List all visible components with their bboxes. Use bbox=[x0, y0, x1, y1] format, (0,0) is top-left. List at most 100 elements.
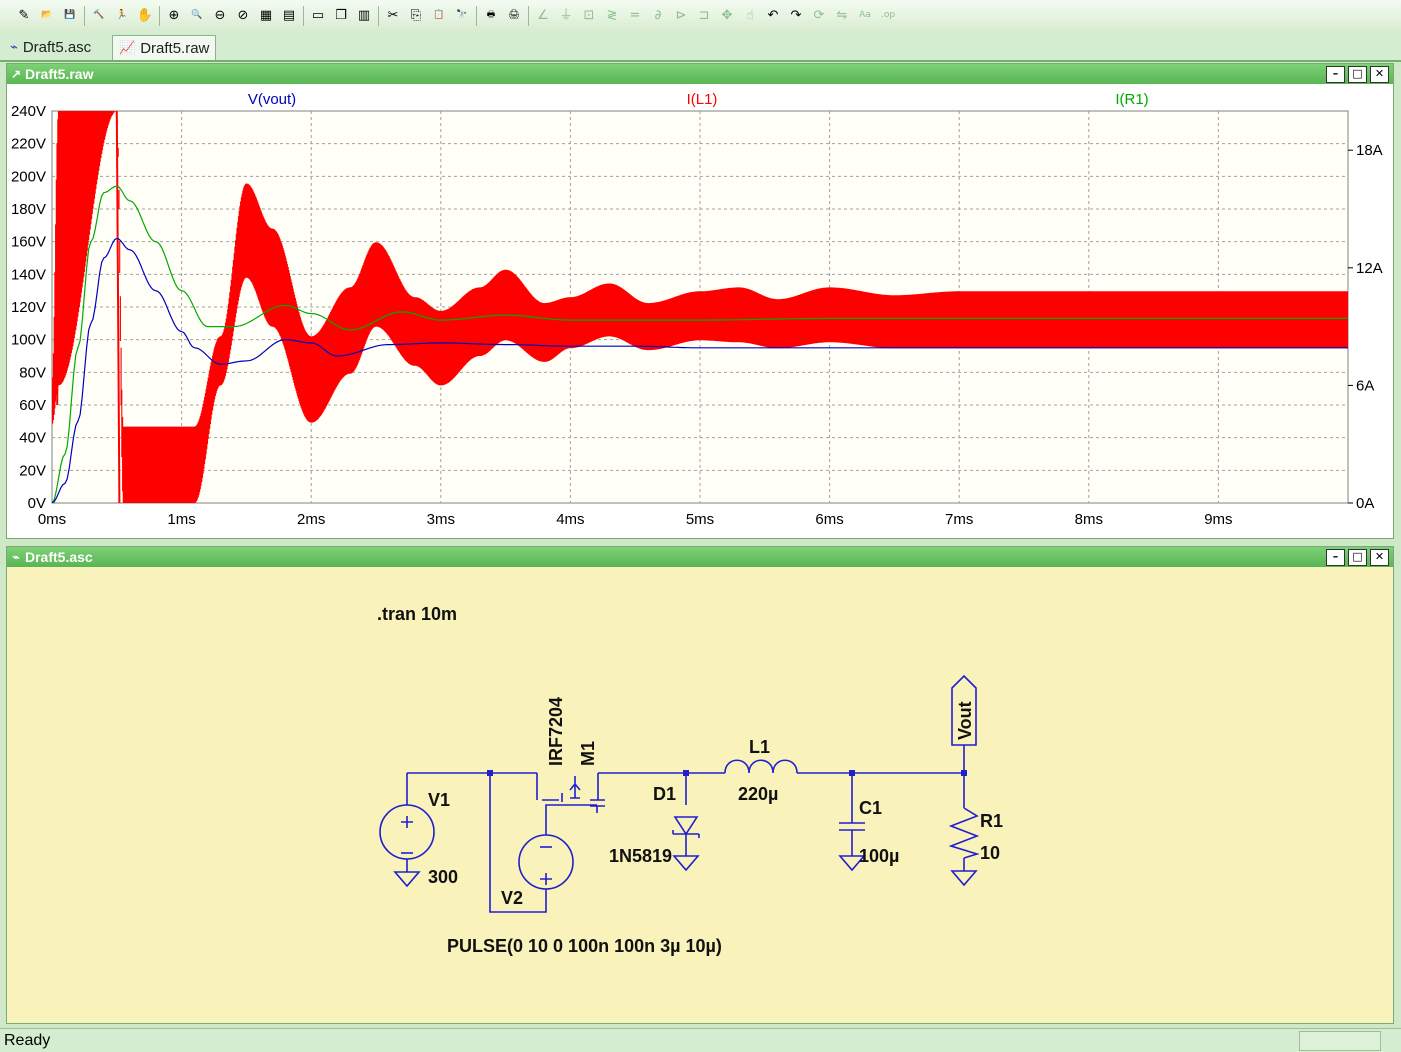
left-tick-label: 240V bbox=[11, 103, 46, 120]
status-panel bbox=[1299, 1031, 1381, 1051]
text-icon[interactable]: Aa bbox=[855, 5, 875, 25]
v1-voltage-source[interactable] bbox=[379, 804, 435, 888]
minimize-button[interactable]: – bbox=[1326, 549, 1345, 566]
tran-directive[interactable]: .tran 10m bbox=[377, 604, 457, 624]
spice-directive-icon[interactable]: .op bbox=[878, 5, 898, 25]
left-tick-label: 200V bbox=[11, 168, 46, 185]
x-tick-label: 2ms bbox=[297, 511, 325, 528]
toolbar-separator bbox=[528, 6, 529, 26]
toolbar-separator bbox=[84, 6, 85, 26]
paste-icon[interactable]: 📋 bbox=[429, 5, 449, 25]
resistor-icon[interactable]: ≷ bbox=[602, 5, 622, 25]
trace-label: I(L1) bbox=[687, 91, 718, 108]
left-tick-label: 220V bbox=[11, 136, 46, 153]
schematic-window-icon: ⌁ bbox=[12, 550, 20, 564]
redo-icon[interactable]: ↷ bbox=[786, 5, 806, 25]
component-icon[interactable]: ⊐ bbox=[694, 5, 714, 25]
zoom-out-icon[interactable]: ⊖ bbox=[210, 5, 230, 25]
tile-vertical-icon[interactable]: ▥ bbox=[354, 5, 374, 25]
halt-icon[interactable]: ✋ bbox=[135, 5, 155, 25]
maximize-button[interactable]: □ bbox=[1348, 66, 1367, 83]
v2-pulse-source[interactable] bbox=[518, 834, 574, 890]
schematic-window-title: Draft5.asc bbox=[25, 549, 93, 565]
l1-inductor[interactable] bbox=[724, 759, 798, 774]
l1-value: 220µ bbox=[738, 784, 778, 804]
control-panel-icon[interactable]: 🔨 bbox=[89, 5, 109, 25]
rotate-icon[interactable]: ⟳ bbox=[809, 5, 829, 25]
schematic-window-titlebar: ⌁ Draft5.asc – □ ✕ bbox=[7, 547, 1393, 567]
autorange-icon[interactable]: ▦ bbox=[256, 5, 276, 25]
print-preview-icon[interactable]: 🖶 bbox=[481, 5, 501, 25]
diode-icon[interactable]: ⊳ bbox=[671, 5, 691, 25]
new-schematic-icon[interactable]: ✎ bbox=[14, 5, 34, 25]
tab-draft5-asc[interactable]: ⌁ Draft5.asc bbox=[4, 35, 97, 59]
plot-settings-icon[interactable]: ▤ bbox=[279, 5, 299, 25]
run-icon[interactable]: 🏃 bbox=[112, 5, 132, 25]
ground-icon[interactable]: ⏚ bbox=[556, 5, 576, 25]
zoom-cancel-icon[interactable]: ⊘ bbox=[233, 5, 253, 25]
tab-draft5-raw[interactable]: 📈 Draft5.raw bbox=[112, 35, 217, 60]
toolbar-separator bbox=[303, 6, 304, 26]
document-tab-bar: ⌁ Draft5.asc 📈 Draft5.raw bbox=[0, 32, 1401, 62]
x-tick-label: 0ms bbox=[38, 511, 66, 528]
undo-icon[interactable]: ↶ bbox=[763, 5, 783, 25]
waveform-plot[interactable]: 0ms 1ms 2ms 3ms 4ms 5ms 6ms 7ms 8ms 9ms 240V 220V 20… bbox=[7, 85, 1393, 537]
right-tick-label: 0A bbox=[1356, 495, 1374, 512]
toolbar-separator bbox=[159, 6, 160, 26]
cascade-icon[interactable]: ❐ bbox=[331, 5, 351, 25]
right-tick-label: 12A bbox=[1356, 260, 1383, 277]
minimize-button[interactable]: – bbox=[1326, 66, 1345, 83]
x-tick-label: 9ms bbox=[1204, 511, 1232, 528]
save-icon[interactable]: 💾 bbox=[60, 5, 80, 25]
left-tick-label: 60V bbox=[19, 397, 46, 414]
l1-name: L1 bbox=[749, 737, 770, 757]
right-tick-label: 6A bbox=[1356, 377, 1374, 394]
m1-mosfet[interactable] bbox=[536, 773, 605, 813]
left-tick-label: 80V bbox=[19, 364, 46, 381]
trace-label: I(R1) bbox=[1115, 91, 1148, 108]
trace-label: V(vout) bbox=[248, 91, 296, 108]
print-icon[interactable]: 🖨 bbox=[504, 5, 524, 25]
main-toolbar: ✎ 📂 💾 🔨 🏃 ✋ ⊕ 🔍 ⊖ ⊘ ▦ ▤ ▭ ❐ ▥ ✂ ⎘ 📋 🔭 🖶 🖨 ∠ ⏚ ⊡ ≷ = ∂ ⊳ ⊐ ✥ ☝ ↶ ↷ ⟳ ⇋ Aa .op bbox=[0, 0, 1401, 33]
x-tick-label: 7ms bbox=[945, 511, 973, 528]
find-icon[interactable]: 🔭 bbox=[452, 5, 472, 25]
schematic-canvas[interactable]: .tran 10m V1 300 V2 PULSE(0 10 0 100n 10… bbox=[7, 568, 1393, 1022]
open-icon[interactable]: 📂 bbox=[37, 5, 57, 25]
close-button[interactable]: ✕ bbox=[1370, 549, 1389, 566]
drag-icon[interactable]: ☝ bbox=[740, 5, 760, 25]
label-net-icon[interactable]: ⊡ bbox=[579, 5, 599, 25]
r1-name: R1 bbox=[980, 811, 1003, 831]
v1-name: V1 bbox=[428, 790, 450, 810]
close-button[interactable]: ✕ bbox=[1370, 66, 1389, 83]
v2-value: PULSE(0 10 0 100n 100n 3µ 10µ) bbox=[447, 936, 722, 956]
left-tick-label: 120V bbox=[11, 299, 46, 316]
toolbar-separator bbox=[378, 6, 379, 26]
capacitor-icon[interactable]: = bbox=[625, 5, 645, 25]
x-tick-label: 8ms bbox=[1075, 511, 1103, 528]
left-tick-label: 160V bbox=[11, 234, 46, 251]
toolbar-separator bbox=[476, 6, 477, 26]
waveform-window-title: Draft5.raw bbox=[25, 66, 94, 82]
left-tick-label: 100V bbox=[11, 332, 46, 349]
left-tick-label: 180V bbox=[11, 201, 46, 218]
cut-icon[interactable]: ✂ bbox=[383, 5, 403, 25]
waveform-icon: 📈 bbox=[119, 40, 136, 55]
zoom-in-icon[interactable]: ⊕ bbox=[164, 5, 184, 25]
m1-value: IRF7204 bbox=[546, 697, 566, 766]
tab-label: Draft5.asc bbox=[22, 38, 92, 56]
wire-icon[interactable]: ∠ bbox=[533, 5, 553, 25]
mirror-icon[interactable]: ⇋ bbox=[832, 5, 852, 25]
inductor-icon[interactable]: ∂ bbox=[648, 5, 668, 25]
x-tick-label: 1ms bbox=[167, 511, 195, 528]
d1-name: D1 bbox=[653, 784, 676, 804]
move-icon[interactable]: ✥ bbox=[717, 5, 737, 25]
zoom-area-icon[interactable]: 🔍 bbox=[187, 5, 207, 25]
maximize-button[interactable]: □ bbox=[1348, 549, 1367, 566]
tile-horizontal-icon[interactable]: ▭ bbox=[308, 5, 328, 25]
left-tick-label: 40V bbox=[19, 430, 46, 447]
left-tick-label: 140V bbox=[11, 266, 46, 283]
r1-resistor[interactable] bbox=[948, 807, 980, 887]
copy-icon[interactable]: ⎘ bbox=[406, 5, 426, 25]
waveform-window-titlebar: ↗ Draft5.raw – □ ✕ bbox=[7, 64, 1393, 84]
c1-value: 100µ bbox=[859, 846, 899, 866]
